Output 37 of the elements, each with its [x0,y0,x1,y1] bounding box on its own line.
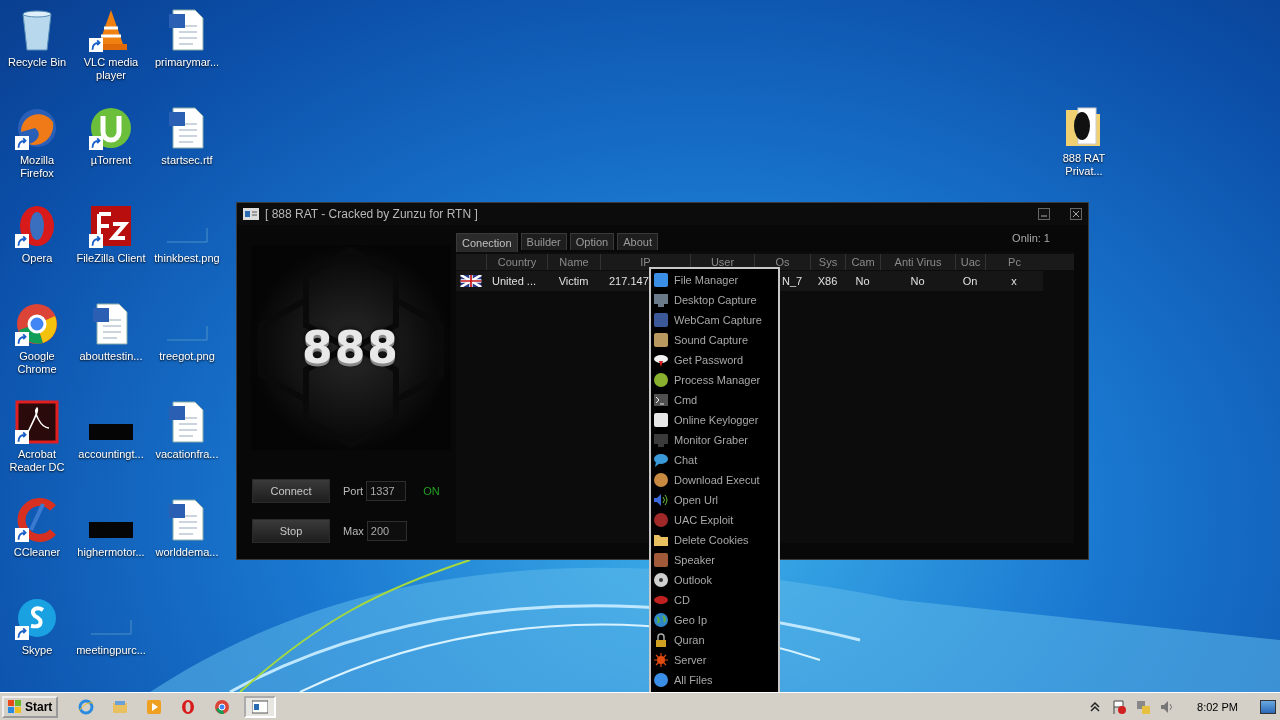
icon-label: treegot.png [158,350,216,363]
icon-label: µTorrent [89,154,133,167]
table-cell: No [910,275,925,287]
max-label: Max [343,525,364,537]
server-status: ON [423,485,440,497]
icon-label: Skype [20,644,54,657]
icon-label: FileZilla Client [76,252,146,265]
icon-label: Google Chrome [16,350,58,376]
icon-label: Opera [20,252,54,265]
table-cell: United ... [492,275,537,287]
icon-label: Mozilla Firefox [18,154,56,180]
table-cell: No [855,275,870,287]
icon-label: highermotor... [76,546,146,559]
icon-label: primarymar... [153,56,221,69]
icon-label: startsec.rtf [160,154,214,167]
port-label: Port [343,485,364,497]
icon-label: 888 RAT Privat... [1061,152,1107,178]
icon-label: worlddema... [154,546,220,559]
icon-label: Recycle Bin [6,56,68,69]
window-title: [ 888 RAT - Cracked by Zunzu for RTN ] [265,207,478,221]
table-cell: N_7 [782,275,803,287]
icon-label: vacationfra... [154,448,220,461]
table-cell: x [1011,275,1017,287]
table-cell: X86 [817,275,838,287]
icon-label: accountingt... [77,448,145,461]
table-cell: 217.147 [609,275,649,287]
icon-label: thinkbest.png [153,252,221,265]
icon-label: abouttestin... [78,350,144,363]
icon-label: meetingpurc... [76,644,146,657]
table-cell: Victim [558,275,589,287]
table-cell: On [962,275,978,287]
clock: 8:02 PM [1197,700,1238,713]
icon-label: Acrobat Reader DC [8,448,66,474]
icon-label: VLC media player [82,56,140,82]
icon-label: CCleaner [12,546,62,559]
app-logo: 888 [302,322,400,373]
online-count: Onlin: 1 [1012,232,1050,244]
